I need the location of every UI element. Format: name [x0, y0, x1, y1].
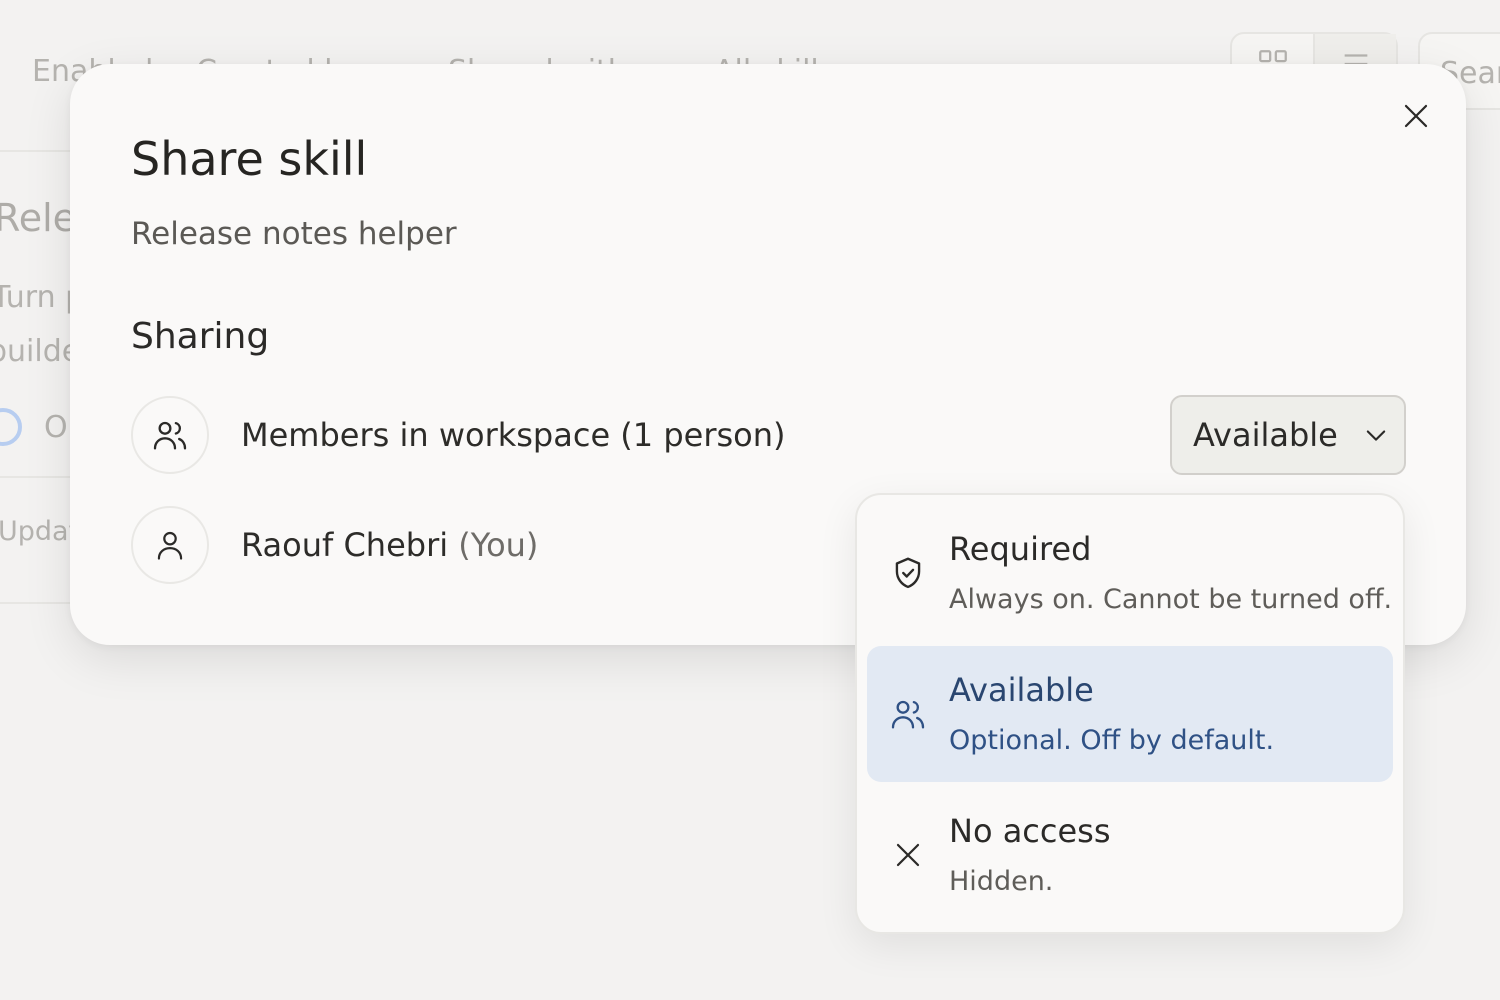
option-title: Required — [949, 530, 1092, 568]
users-icon — [153, 421, 187, 450]
workspace-avatar — [131, 396, 209, 474]
user-name-label: Raouf Chebri (You) — [241, 526, 538, 564]
you-suffix: (You) — [458, 526, 539, 564]
share-row-workspace: Members in workspace (1 person) — [131, 395, 785, 475]
skill-toggle-label: O — [44, 410, 68, 445]
access-level-dropdown: Required Always on. Cannot be turned off… — [855, 493, 1405, 934]
option-description: Always on. Cannot be turned off. — [949, 584, 1393, 615]
users-icon — [891, 700, 925, 729]
skill-toggle[interactable] — [0, 408, 22, 446]
access-level-value: Available — [1193, 416, 1338, 454]
option-description: Optional. Off by default. — [949, 725, 1275, 756]
option-no-access[interactable]: No access Hidden. — [867, 787, 1393, 923]
sharing-section-title: Sharing — [131, 316, 270, 357]
chevron-down-icon — [1362, 421, 1390, 449]
option-title: Available — [949, 671, 1094, 709]
access-level-select[interactable]: Available — [1170, 395, 1406, 475]
divider — [0, 602, 70, 604]
close-icon — [896, 843, 920, 867]
close-icon — [1404, 104, 1428, 128]
workspace-members-label: Members in workspace (1 person) — [241, 416, 786, 454]
divider — [0, 476, 70, 478]
user-name: Raouf Chebri — [241, 526, 449, 564]
modal-subtitle: Release notes helper — [131, 216, 457, 252]
option-required[interactable]: Required Always on. Cannot be turned off… — [867, 505, 1393, 641]
close-button[interactable] — [1396, 96, 1436, 136]
option-available[interactable]: Available Optional. Off by default. — [867, 646, 1393, 782]
divider — [0, 150, 70, 152]
option-title: No access — [949, 812, 1111, 850]
user-icon — [157, 531, 183, 560]
share-row-user: Raouf Chebri (You) — [131, 505, 538, 585]
modal-title: Share skill — [131, 132, 368, 186]
option-description: Hidden. — [949, 866, 1054, 897]
user-avatar — [131, 506, 209, 584]
shield-check-icon — [895, 557, 921, 589]
